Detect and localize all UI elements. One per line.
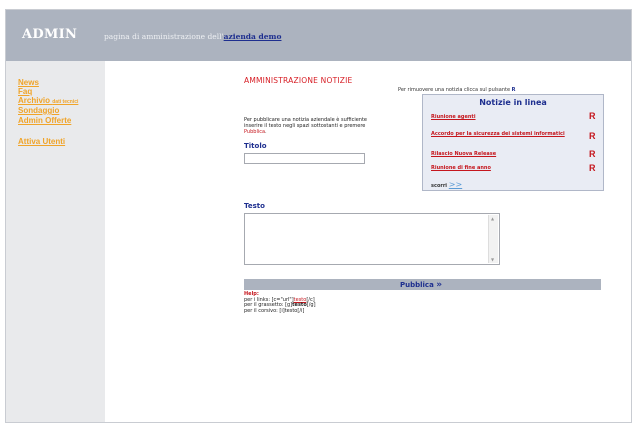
text-label: Testo [244,202,265,210]
help-section: Help: per i links: [c="url"]testo[/c] pe… [244,291,316,314]
news-item-link[interactable]: Rilascio Nuova Release [431,151,569,157]
publish-label: Pubblica [400,281,434,289]
news-item-link[interactable]: Accordo per la sicurezza dei sistemi inf… [431,131,569,137]
publish-bar: Pubblica » [244,279,601,290]
header-subtitle-text: pagina di amministrazione dell' [104,32,224,41]
remove-news-button[interactable]: R [589,131,596,141]
double-chevron-right-icon: » [436,280,443,290]
remove-news-button[interactable]: R [589,149,596,159]
logo: ADMIN [22,27,78,42]
header-subtitle: pagina di amministrazione dell'azienda d… [104,32,281,41]
news-online-box: Notizie in linea Riunione agenti R Accor… [422,94,604,191]
sidebar-item-attiva-utenti[interactable]: Attiva Utenti [18,137,65,146]
scroll-more[interactable]: scorri >> [431,180,462,189]
textarea-scrollbar[interactable]: ▲ ▼ [488,215,498,263]
remove-news-button[interactable]: R [589,111,596,121]
remove-news-button[interactable]: R [589,163,596,173]
news-box-title: Notizie in linea [479,98,547,107]
main-content: AMMINISTRAZIONE NOTIZIE Per rimuovere un… [105,61,631,422]
news-item-link[interactable]: Riunione di fine anno [431,165,569,171]
page-frame: ADMIN pagina di amministrazione dell'azi… [5,9,632,423]
sidebar: News Faq Archivio dati tecnici Sondaggio… [6,61,105,422]
sidebar-item-archivio-sub: dati tecnici [52,99,79,105]
title-label: Titolo [244,142,267,150]
company-link[interactable]: azienda demo [224,32,282,41]
sidebar-item-faq[interactable]: Faq [18,87,32,96]
remove-hint: Per rimuovere una notizia clicca sul pul… [398,87,515,93]
intro-text: Per pubblicare una notizia aziendale è s… [244,117,367,135]
sidebar-item-news[interactable]: News [18,78,39,87]
scroll-down-icon[interactable]: ▼ [491,257,494,262]
sidebar-item-archivio-label: Archivio [18,96,51,105]
remove-hint-key: R [511,87,516,93]
sidebar-item-admin-offerte[interactable]: Admin Offerte [18,116,71,125]
title-input[interactable] [244,153,365,164]
sidebar-item-sondaggio[interactable]: Sondaggio [18,106,59,115]
intro-text-body: Per pubblicare una notizia aziendale è s… [244,117,367,129]
text-textarea[interactable]: ▲ ▼ [244,213,500,265]
double-arrow-icon[interactable]: >> [449,180,462,189]
sidebar-item-archivio[interactable]: Archivio dati tecnici [18,96,78,105]
scroll-more-label: scorri [431,183,448,189]
remove-hint-text: Per rimuovere una notizia clicca sul pul… [398,87,511,93]
help-bold-suffix: [/g] [306,302,316,308]
intro-highlight: Pubblica [244,129,266,135]
page-title: AMMINISTRAZIONE NOTIZIE [244,76,353,85]
help-italic-line: per il corsivo: [i]testo[/i] [244,307,305,314]
news-item-link[interactable]: Riunione agenti [431,114,569,120]
publish-button[interactable]: Pubblica » [400,280,442,290]
header: ADMIN pagina di amministrazione dell'azi… [6,10,631,61]
scroll-up-icon[interactable]: ▲ [491,216,494,221]
